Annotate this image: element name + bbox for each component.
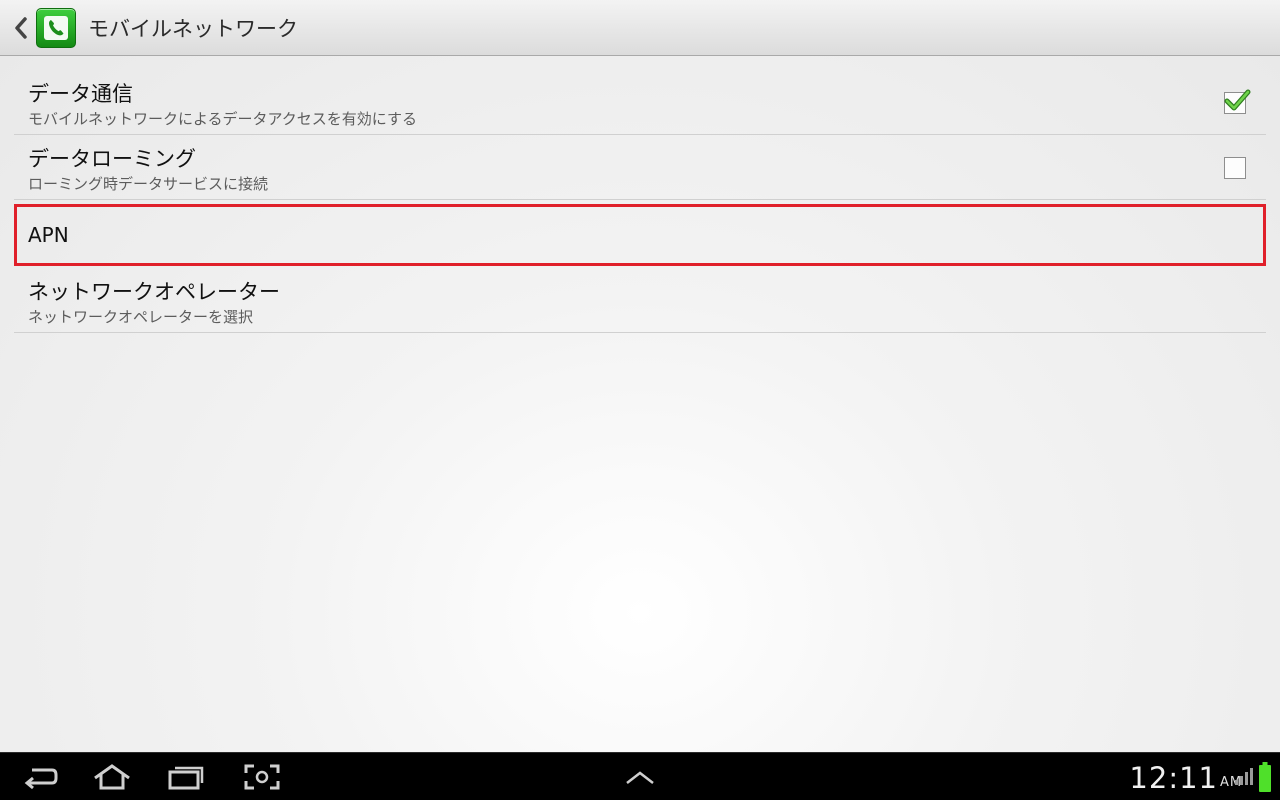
signal-icon: [1235, 768, 1253, 785]
setting-summary: モバイルネットワークによるデータアクセスを有効にする: [28, 110, 417, 128]
setting-title: ネットワークオペレーター: [28, 280, 280, 304]
recent-apps-icon[interactable]: [166, 763, 206, 791]
setting-title: データローミング: [28, 147, 196, 171]
settings-list: データ通信 モバイルネットワークによるデータアクセスを有効にする データローミン…: [14, 70, 1266, 333]
expand-up-icon[interactable]: [620, 763, 660, 791]
check-icon: [1224, 89, 1251, 111]
back-icon[interactable]: [20, 763, 60, 791]
setting-summary: ローミング時データサービスに接続: [28, 175, 269, 193]
setting-title: データ通信: [28, 82, 133, 106]
action-bar: モバイルネットワーク: [0, 0, 1280, 56]
status-clock: 12:11 AM: [1129, 761, 1241, 795]
settings-content: データ通信 モバイルネットワークによるデータアクセスを有効にする データローミン…: [0, 56, 1280, 752]
setting-apn[interactable]: APN: [14, 204, 1266, 266]
setting-network-operator[interactable]: ネットワークオペレーター ネットワークオペレーターを選択: [14, 268, 1266, 333]
data-roaming-checkbox[interactable]: [1224, 157, 1246, 179]
phone-icon[interactable]: [36, 7, 76, 48]
setting-title: APN: [28, 223, 69, 247]
system-bar: 12:11 AM: [0, 752, 1280, 800]
chevron-left-icon[interactable]: [8, 8, 34, 48]
screenshot-icon[interactable]: [242, 763, 282, 791]
setting-data-communication[interactable]: データ通信 モバイルネットワークによるデータアクセスを有効にする: [14, 70, 1266, 135]
setting-summary: ネットワークオペレーターを選択: [28, 308, 254, 326]
setting-data-roaming[interactable]: データローミング ローミング時データサービスに接続: [14, 135, 1266, 200]
clock-time: 12:11: [1129, 761, 1218, 795]
battery-icon: [1259, 762, 1271, 792]
page-title: モバイルネットワーク: [88, 16, 298, 41]
data-communication-checkbox[interactable]: [1224, 89, 1251, 114]
home-icon[interactable]: [92, 763, 132, 791]
